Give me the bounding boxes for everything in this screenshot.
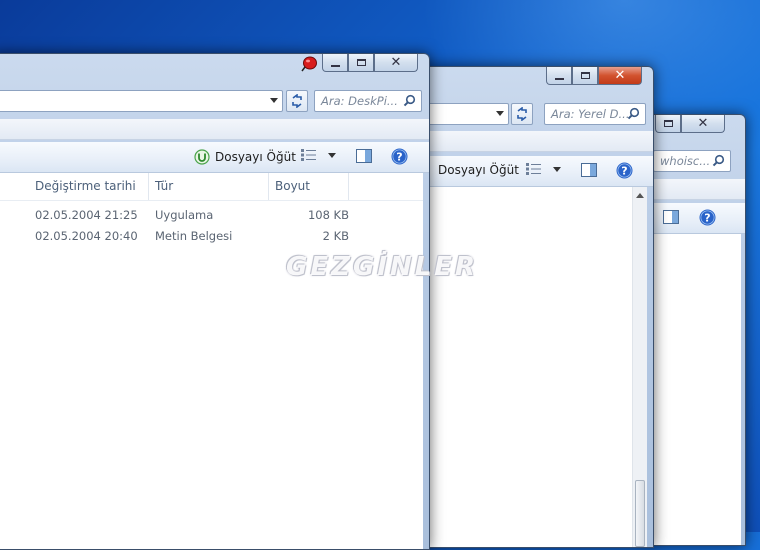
minimize-icon <box>330 64 340 67</box>
file-list-area[interactable] <box>401 187 647 547</box>
close-icon: ✕ <box>614 68 626 83</box>
refresh-icon <box>292 94 302 108</box>
search-input[interactable]: Ara: DeskPi... <box>314 90 422 112</box>
cell-size: 108 KB <box>307 208 349 222</box>
view-options-button[interactable] <box>526 163 561 175</box>
chevron-down-icon <box>553 166 561 172</box>
explorer-window-front[interactable]: ✕ Ara: DeskPi... Dosyayı Öğüt ? Değiştir… <box>0 53 430 550</box>
view-options-button[interactable] <box>301 149 336 161</box>
search-input[interactable]: whoisc... <box>653 150 731 172</box>
column-header-size[interactable]: Boyut <box>269 173 349 200</box>
table-row[interactable]: 02.05.2004 20:40 Metin Belgesi 2 KB <box>0 226 423 246</box>
chevron-down-icon <box>328 152 336 158</box>
search-placeholder: whoisc... <box>660 154 711 168</box>
file-list-area[interactable]: Değiştirme tarihi Tür Boyut 02.05.2004 2… <box>0 173 423 549</box>
column-header-type[interactable]: Tür <box>149 173 269 200</box>
close-icon: ✕ <box>697 116 709 131</box>
suggest-file-label: Dosyayı Öğüt <box>438 163 519 177</box>
help-button[interactable]: ? <box>391 148 408 165</box>
cell-size: 2 KB <box>322 229 349 243</box>
explorer-window-back[interactable]: ✕ whoisc... ? <box>648 114 746 546</box>
column-header-label: Tür <box>155 179 174 193</box>
refresh-button[interactable] <box>511 103 533 125</box>
minimize-icon <box>554 77 564 80</box>
minimize-button[interactable] <box>546 67 572 85</box>
toolbar: ? <box>649 203 745 234</box>
cell-date: 02.05.2004 21:25 <box>35 208 138 222</box>
suggest-file-icon <box>194 149 210 165</box>
window-controls: ✕ <box>546 67 642 85</box>
maximize-button[interactable] <box>655 115 681 133</box>
preview-pane-icon <box>356 149 372 163</box>
help-button[interactable]: ? <box>699 209 716 226</box>
menu-strip <box>401 131 653 152</box>
search-placeholder: Ara: Yerel D... <box>551 107 630 121</box>
help-icon: ? <box>391 148 408 165</box>
suggest-file-button[interactable]: Dosyayı Öğüt <box>438 163 519 177</box>
preview-pane-icon <box>581 163 597 177</box>
maximize-icon <box>663 120 673 127</box>
cell-type: Uygulama <box>155 208 214 222</box>
view-list-icon <box>301 149 316 161</box>
cell-date: 02.05.2004 20:40 <box>35 229 138 243</box>
close-button[interactable]: ✕ <box>598 67 642 85</box>
svg-text:?: ? <box>621 165 627 178</box>
search-placeholder: Ara: DeskPi... <box>321 94 398 108</box>
refresh-icon <box>517 107 527 121</box>
help-button[interactable]: ? <box>616 162 633 179</box>
column-header-label: Değiştirme tarihi <box>35 179 136 193</box>
view-list-icon <box>526 163 541 175</box>
cell-type: Metin Belgesi <box>155 229 233 243</box>
bug-report-icon[interactable] <box>301 56 317 72</box>
toolbar: Dosyayı Öğüt ? <box>401 156 653 187</box>
close-button[interactable]: ✕ <box>681 115 725 133</box>
svg-text:?: ? <box>396 151 402 164</box>
chevron-down-icon[interactable] <box>496 111 504 116</box>
suggest-file-label: Dosyayı Öğüt <box>215 150 296 164</box>
column-header-modified[interactable]: Değiştirme tarihi <box>29 173 149 200</box>
scrollbar-thumb[interactable] <box>635 480 645 547</box>
search-icon <box>712 154 725 170</box>
maximize-button[interactable] <box>348 54 374 72</box>
preview-pane-button[interactable] <box>581 163 597 177</box>
suggest-file-button[interactable]: Dosyayı Öğüt <box>194 149 296 165</box>
chevron-down-icon[interactable] <box>270 98 278 103</box>
maximize-icon <box>580 72 590 79</box>
vertical-scrollbar[interactable] <box>632 187 647 547</box>
window-controls: ✕ <box>322 54 418 72</box>
help-icon: ? <box>616 162 633 179</box>
menu-strip <box>649 179 745 200</box>
explorer-window-middle[interactable]: ✕ Ara: Yerel D... Dosyayı Öğüt ? <box>400 66 654 548</box>
header-divider <box>0 200 423 201</box>
address-bar[interactable] <box>0 90 283 112</box>
table-row[interactable]: 02.05.2004 21:25 Uygulama 108 KB <box>0 205 423 225</box>
maximize-button[interactable] <box>572 67 598 85</box>
file-list-area[interactable] <box>649 234 741 545</box>
watermark-text: GEZGİNLER <box>286 252 479 282</box>
preview-pane-button[interactable] <box>356 149 372 163</box>
close-icon: ✕ <box>390 55 402 70</box>
search-icon <box>403 94 416 110</box>
preview-pane-icon <box>663 210 679 224</box>
toolbar: Dosyayı Öğüt ? <box>0 142 429 173</box>
maximize-icon <box>356 59 366 66</box>
search-icon <box>627 107 640 123</box>
minimize-button[interactable] <box>322 54 348 72</box>
close-button[interactable]: ✕ <box>374 54 418 72</box>
help-icon: ? <box>699 209 716 226</box>
window-controls: ✕ <box>655 115 725 133</box>
address-bar[interactable] <box>421 103 509 125</box>
menu-strip <box>0 119 429 140</box>
refresh-button[interactable] <box>286 90 308 112</box>
column-header-label: Boyut <box>275 179 310 193</box>
search-input[interactable]: Ara: Yerel D... <box>544 103 646 125</box>
preview-pane-button[interactable] <box>663 210 679 224</box>
svg-text:?: ? <box>704 212 710 225</box>
scroll-up-arrow[interactable] <box>636 193 644 198</box>
